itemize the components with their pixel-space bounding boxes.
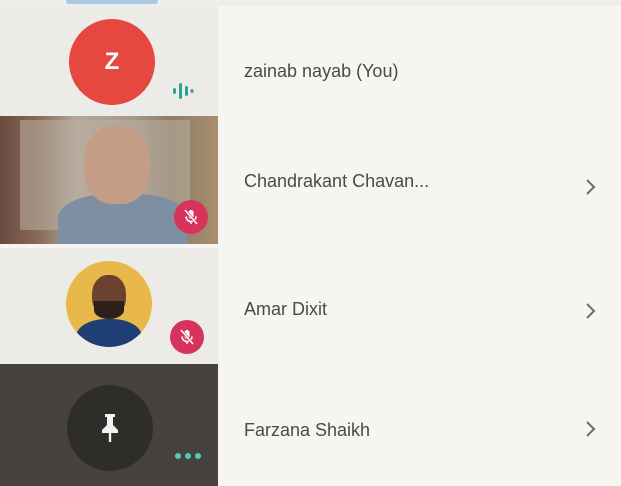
- participant-tile: [0, 116, 218, 244]
- participant-name: Amar Dixit: [244, 299, 328, 319]
- active-tab-indicator: [66, 0, 158, 4]
- more-dots-icon: [175, 453, 201, 459]
- participant-row[interactable]: Chandrakant Chavan...: [0, 116, 621, 244]
- participant-tile: Z: [0, 6, 218, 116]
- participant-name: Farzana Shaikh: [244, 420, 371, 440]
- chevron-right-icon[interactable]: [583, 418, 599, 440]
- mic-off-icon: [170, 320, 204, 354]
- participant-row[interactable]: Farzana Shaikh: [0, 364, 621, 486]
- participant-row-self[interactable]: Z zainab nayab (You): [0, 6, 621, 116]
- avatar: [66, 261, 152, 347]
- chevron-right-icon[interactable]: [583, 300, 599, 322]
- chevron-right-icon[interactable]: [583, 176, 599, 198]
- avatar: [67, 385, 153, 471]
- participant-name: zainab nayab (You): [244, 61, 399, 81]
- audio-bars-icon: [173, 83, 194, 99]
- avatar: Z: [69, 19, 155, 105]
- participant-row[interactable]: Amar Dixit: [0, 248, 621, 364]
- mic-off-icon: [174, 200, 208, 234]
- participant-tile: [0, 364, 218, 486]
- pin-icon: [102, 414, 118, 442]
- participant-tile: [0, 248, 218, 364]
- participant-name: Chandrakant Chavan...: [244, 171, 430, 191]
